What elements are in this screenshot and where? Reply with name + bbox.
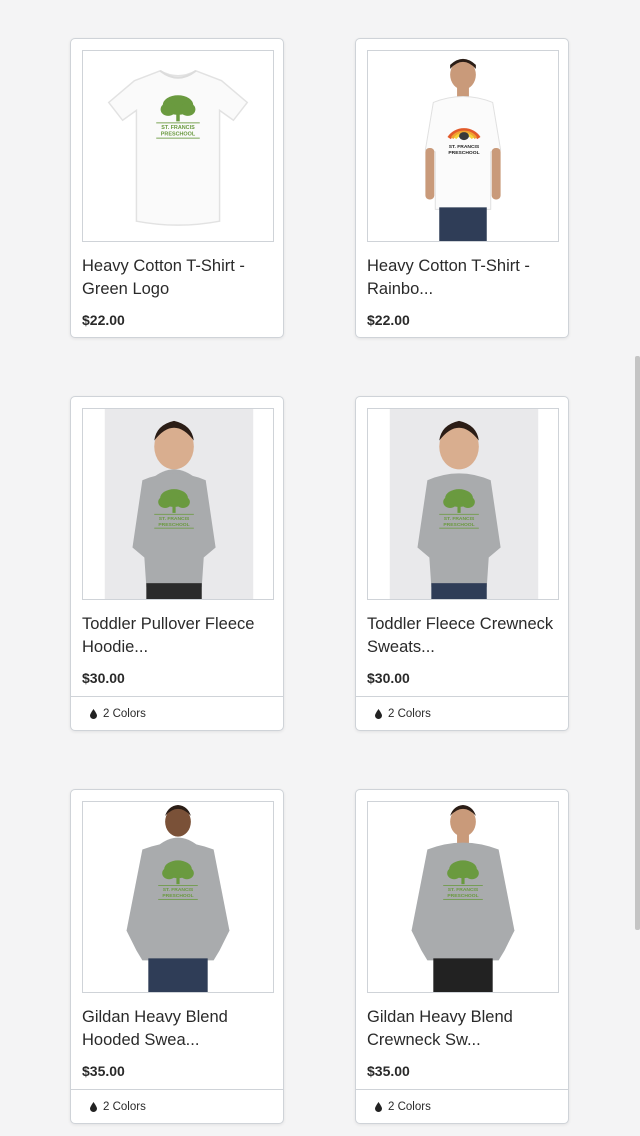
product-grid: ST. FRANCIS PRESCHOOL Heavy Cotton T-Shi… [0, 0, 640, 1136]
product-name[interactable]: Heavy Cotton T-Shirt - Rainbo... [367, 255, 563, 301]
color-options[interactable]: 2 Colors [356, 696, 568, 730]
svg-text:ST. FRANCIS: ST. FRANCIS [449, 144, 480, 150]
svg-text:ST. FRANCIS: ST. FRANCIS [163, 887, 194, 893]
product-card[interactable]: ST. FRANCIS PRESCHOOL Heavy Cotton T-Shi… [355, 38, 569, 338]
product-name[interactable]: Heavy Cotton T-Shirt - Green Logo [82, 255, 278, 301]
product-image[interactable]: ST. FRANCIS PRESCHOOL [82, 801, 274, 993]
product-name[interactable]: Toddler Fleece Crewneck Sweats... [367, 613, 563, 659]
color-count-label: 2 Colors [388, 707, 431, 720]
product-name[interactable]: Gildan Heavy Blend Crewneck Sw... [367, 1006, 563, 1052]
product-price: $30.00 [82, 670, 125, 686]
drop-icon [90, 708, 97, 719]
svg-text:ST. FRANCIS: ST. FRANCIS [161, 125, 195, 131]
svg-text:PRESCHOOL: PRESCHOOL [161, 132, 196, 138]
color-count-label: 2 Colors [103, 707, 146, 720]
product-card[interactable]: ST. FRANCIS PRESCHOOL Toddler Pullover F… [70, 396, 284, 731]
product-image[interactable]: ST. FRANCIS PRESCHOOL [367, 408, 559, 600]
product-image[interactable]: ST. FRANCIS PRESCHOOL [82, 50, 274, 242]
drop-icon [375, 708, 382, 719]
svg-text:PRESCHOOL: PRESCHOOL [448, 150, 479, 156]
color-options[interactable]: 2 Colors [71, 696, 283, 730]
svg-text:PRESCHOOL: PRESCHOOL [162, 893, 193, 899]
scrollbar[interactable] [635, 356, 640, 930]
svg-text:PRESCHOOL: PRESCHOOL [447, 893, 478, 899]
product-price: $22.00 [367, 312, 410, 328]
product-image[interactable]: ST. FRANCIS PRESCHOOL [367, 801, 559, 993]
product-image[interactable]: ST. FRANCIS PRESCHOOL [367, 50, 559, 242]
svg-text:PRESCHOOL: PRESCHOOL [158, 522, 189, 528]
product-card[interactable]: ST. FRANCIS PRESCHOOL Gildan Heavy Blend… [355, 789, 569, 1124]
product-card[interactable]: ST. FRANCIS PRESCHOOL Heavy Cotton T-Shi… [70, 38, 284, 338]
svg-text:PRESCHOOL: PRESCHOOL [443, 522, 474, 528]
color-count-label: 2 Colors [103, 1100, 146, 1113]
product-name[interactable]: Toddler Pullover Fleece Hoodie... [82, 613, 278, 659]
product-price: $35.00 [367, 1063, 410, 1079]
product-name[interactable]: Gildan Heavy Blend Hooded Swea... [82, 1006, 278, 1052]
product-price: $35.00 [82, 1063, 125, 1079]
color-options[interactable]: 2 Colors [71, 1089, 283, 1123]
color-count-label: 2 Colors [388, 1100, 431, 1113]
svg-text:ST. FRANCIS: ST. FRANCIS [159, 516, 190, 522]
drop-icon [375, 1101, 382, 1112]
product-card[interactable]: ST. FRANCIS PRESCHOOL Toddler Fleece Cre… [355, 396, 569, 731]
product-price: $30.00 [367, 670, 410, 686]
product-card[interactable]: ST. FRANCIS PRESCHOOL Gildan Heavy Blend… [70, 789, 284, 1124]
svg-text:ST. FRANCIS: ST. FRANCIS [448, 887, 479, 893]
svg-text:ST. FRANCIS: ST. FRANCIS [444, 516, 475, 522]
color-options[interactable]: 2 Colors [356, 1089, 568, 1123]
drop-icon [90, 1101, 97, 1112]
product-image[interactable]: ST. FRANCIS PRESCHOOL [82, 408, 274, 600]
product-price: $22.00 [82, 312, 125, 328]
